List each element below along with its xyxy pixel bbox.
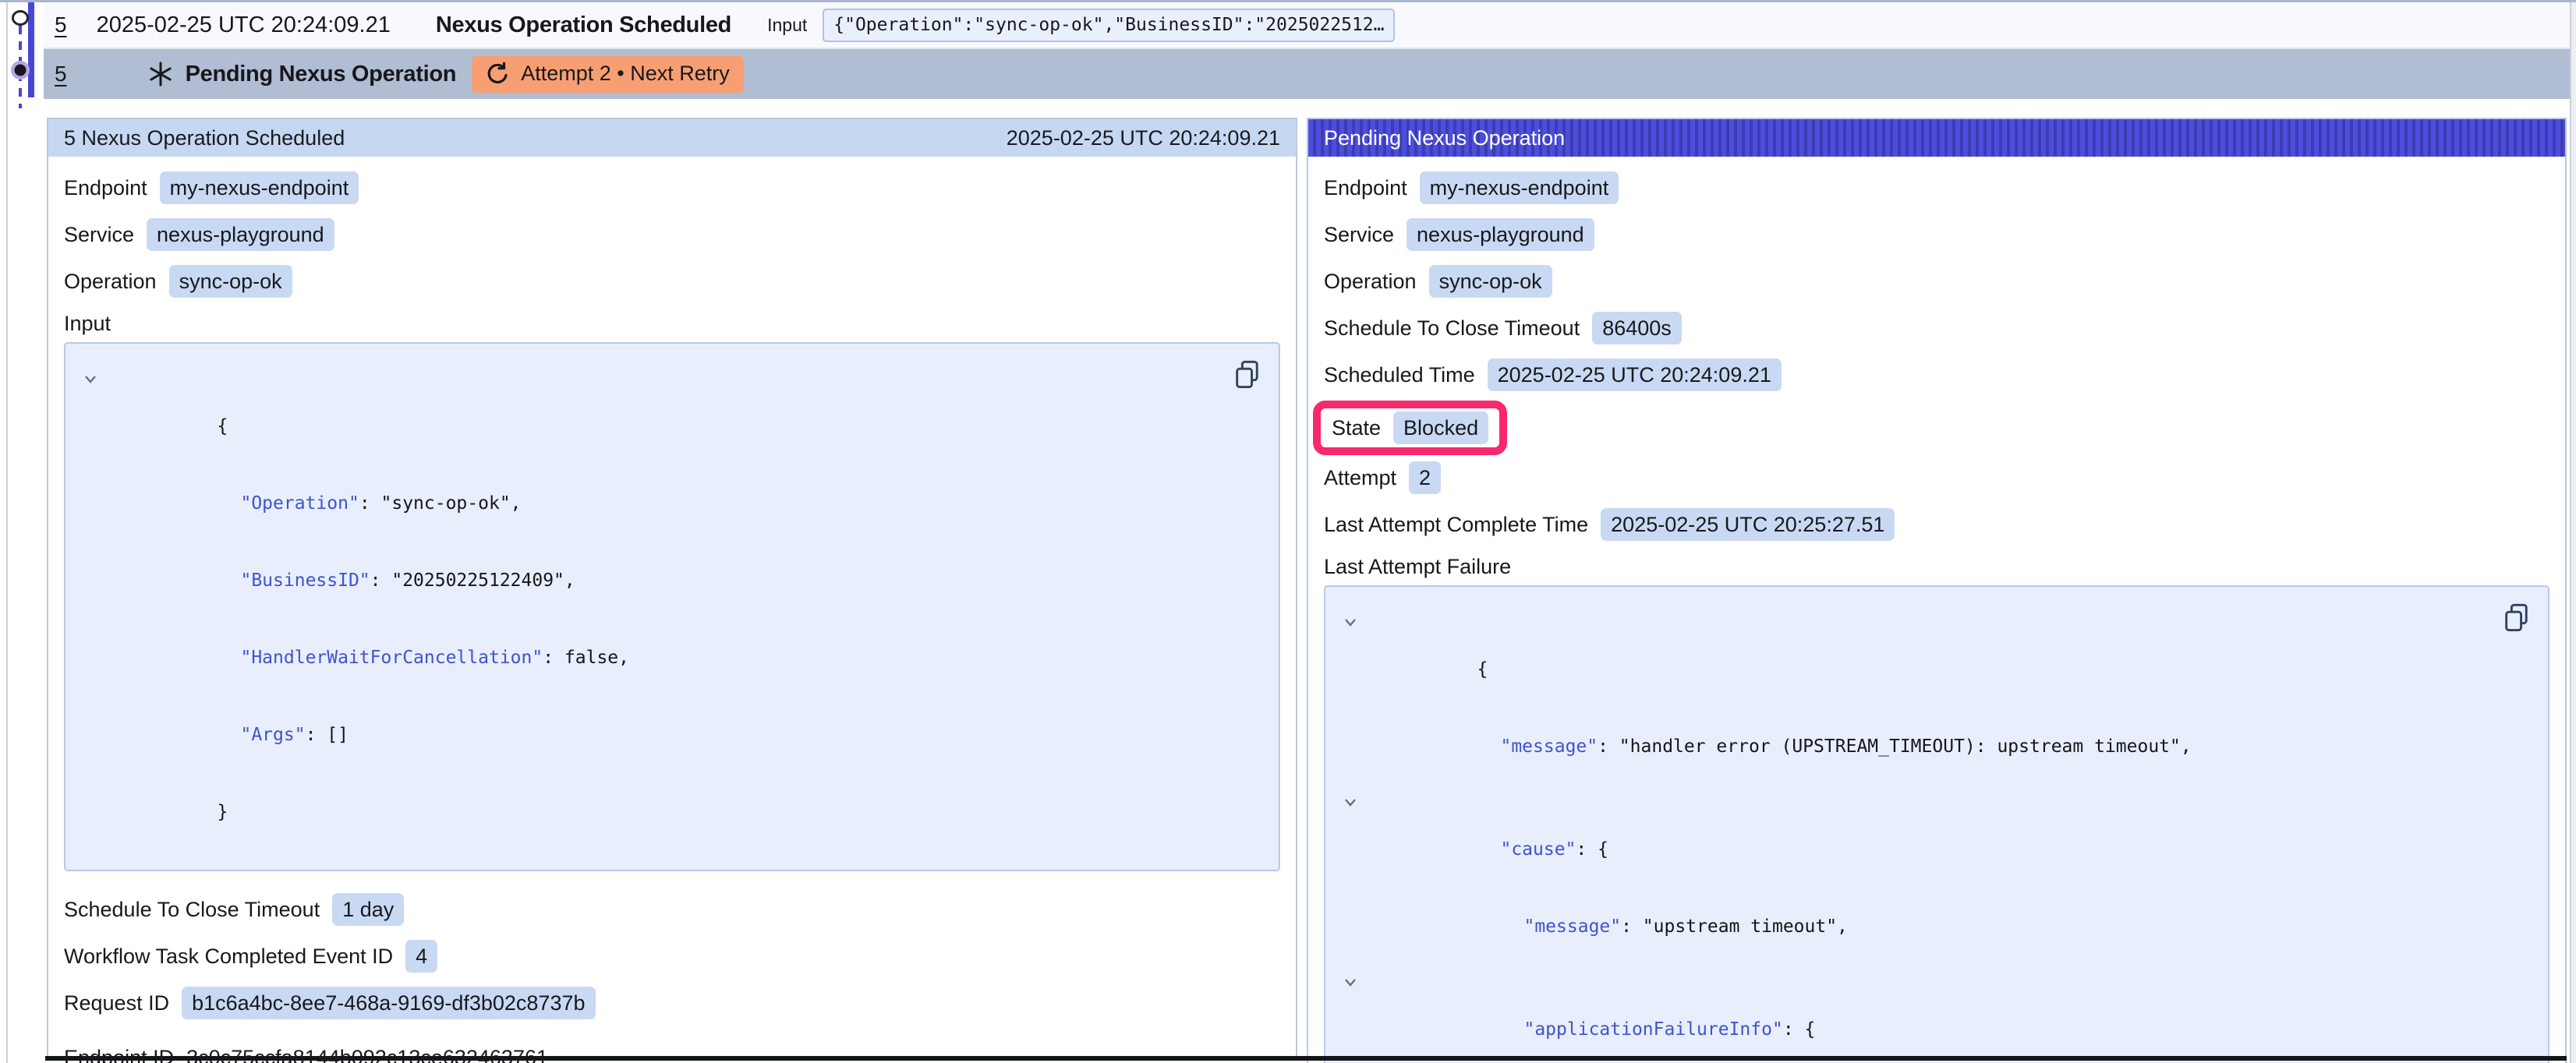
input-preview-pill[interactable]: {"Operation":"sync-op-ok","BusinessID":"… [823, 9, 1395, 42]
timeline-active-bar [28, 2, 34, 97]
scheduled-panel-header: 5 Nexus Operation Scheduled 2025-02-25 U… [48, 119, 1296, 157]
state-highlight-annotation: State Blocked [1313, 401, 1507, 455]
code-line: "applicationFailureInfo": { [1341, 966, 2529, 1063]
field-value-pill: nexus-playground [1407, 218, 1594, 251]
field-value-pill: my-nexus-endpoint [1420, 171, 1619, 204]
field-value-pill: sync-op-ok [1429, 265, 1552, 298]
field-value-pill: 2 [1409, 461, 1441, 494]
code-line: } [81, 774, 1260, 851]
field-label: Service [64, 223, 134, 247]
input-section-label: Input [64, 312, 1280, 336]
field-label: Attempt [1324, 466, 1396, 490]
field-label: State [1332, 416, 1381, 440]
field-value-pill: 4 [405, 940, 437, 973]
code-line: { [1341, 606, 2529, 708]
chevron-down-icon[interactable] [1343, 973, 1358, 988]
field-scheduled-time: Scheduled Time 2025-02-25 UTC 20:24:09.2… [1324, 358, 2549, 391]
chevron-down-icon[interactable] [83, 369, 98, 385]
chevron-down-icon[interactable] [1343, 613, 1358, 628]
pending-operation-panel: Pending Nexus Operation Endpoint my-nexu… [1307, 118, 2567, 1063]
section-divider-line [45, 1056, 2567, 1061]
field-operation: Operation sync-op-ok [1324, 265, 2549, 298]
field-label: Service [1324, 223, 1394, 247]
field-label: Scheduled Time [1324, 363, 1475, 387]
field-value-pill: nexus-playground [147, 218, 334, 251]
failure-section-label: Last Attempt Failure [1324, 555, 2549, 579]
field-value-pill: 2025-02-25 UTC 20:24:09.21 [1488, 358, 1782, 391]
input-json-viewer: { "Operation": "sync-op-ok", "BusinessID… [64, 342, 1280, 871]
field-request-id: Request ID b1c6a4bc-8ee7-468a-9169-df3b0… [64, 987, 1280, 1019]
retry-attempt-badge: Attempt 2 • Next Retry [472, 56, 744, 93]
field-value-pill: 86400s [1592, 312, 1682, 344]
retry-badge-text: Attempt 2 • Next Retry [521, 62, 730, 86]
state-value-pill: Blocked [1393, 411, 1488, 444]
event-row-pending[interactable]: 5 Pending Nexus Operation Attempt 2 • Ne… [44, 49, 2570, 99]
field-value-pill: my-nexus-endpoint [160, 171, 359, 204]
field-last-attempt-complete-time: Last Attempt Complete Time 2025-02-25 UT… [1324, 508, 2549, 541]
pending-event-title: Pending Nexus Operation [186, 62, 457, 87]
pending-panel-header: Pending Nexus Operation [1308, 119, 2565, 157]
failure-json-viewer: { "message": "handler error (UPSTREAM_TI… [1324, 585, 2549, 1063]
field-operation: Operation sync-op-ok [64, 265, 1280, 298]
page-left-border [6, 2, 8, 1063]
field-endpoint: Endpoint my-nexus-endpoint [1324, 171, 2549, 204]
state-row-container: State Blocked [1324, 405, 2549, 461]
field-schedule-to-close-timeout: Schedule To Close Timeout 86400s [1324, 312, 2549, 344]
field-label: Operation [1324, 270, 1417, 294]
code-line: "Operation": "sync-op-ok", [81, 465, 1260, 542]
field-schedule-to-close-timeout: Schedule To Close Timeout 1 day [64, 893, 1280, 926]
code-line: "message": "handler error (UPSTREAM_TIME… [1341, 708, 2529, 786]
scheduled-panel-title: 5 Nexus Operation Scheduled [64, 119, 345, 157]
event-timestamp: 2025-02-25 UTC 20:24:09.21 [97, 12, 391, 38]
field-value-pill: 1 day [332, 893, 404, 926]
code-line: "cause": { [1341, 786, 2529, 888]
code-line: "BusinessID": "20250225122409", [81, 542, 1260, 620]
event-timeline [0, 2, 44, 127]
event-id-link[interactable]: 5 [55, 12, 67, 37]
code-line: "Args": [] [81, 697, 1260, 774]
pending-asterisk-icon [148, 62, 173, 87]
page-right-edge [2570, 2, 2576, 1063]
field-label: Operation [64, 270, 157, 294]
workflow-history-page: 5 2025-02-25 UTC 20:24:09.21 Nexus Opera… [0, 0, 2576, 1063]
event-selected-dot-icon[interactable] [15, 65, 27, 76]
event-name: Nexus Operation Scheduled [436, 12, 731, 38]
field-value-pill: 2025-02-25 UTC 20:25:27.51 [1601, 508, 1895, 541]
field-value-pill: sync-op-ok [169, 265, 292, 298]
event-open-dot-icon[interactable] [13, 12, 28, 25]
field-service: Service nexus-playground [1324, 218, 2549, 251]
code-line: "message": "upstream timeout", [1341, 888, 2529, 966]
retry-icon [486, 62, 510, 87]
field-endpoint: Endpoint my-nexus-endpoint [64, 171, 1280, 204]
field-label: Workflow Task Completed Event ID [64, 945, 393, 969]
field-service: Service nexus-playground [64, 218, 1280, 251]
field-label: Endpoint [1324, 176, 1407, 200]
chevron-down-icon[interactable] [1343, 793, 1358, 808]
input-label: Input [767, 15, 807, 36]
scheduled-panel-timestamp: 2025-02-25 UTC 20:24:09.21 [1007, 119, 1280, 157]
pending-panel-body: Endpoint my-nexus-endpoint Service nexus… [1308, 157, 2565, 1063]
scheduled-panel-body: Endpoint my-nexus-endpoint Service nexus… [48, 157, 1296, 1063]
code-line: { [81, 362, 1260, 465]
pending-panel-title: Pending Nexus Operation [1324, 119, 1565, 157]
field-state: State Blocked [1332, 411, 1488, 444]
field-label: Schedule To Close Timeout [64, 898, 320, 922]
field-workflow-task-completed-event-id: Workflow Task Completed Event ID 4 [64, 940, 1280, 973]
field-label: Endpoint [64, 176, 147, 200]
field-attempt: Attempt 2 [1324, 461, 2549, 494]
field-value-pill: b1c6a4bc-8ee7-468a-9169-df3b02c8737b [182, 987, 595, 1019]
code-line: "HandlerWaitForCancellation": false, [81, 620, 1260, 697]
event-row-scheduled[interactable]: 5 2025-02-25 UTC 20:24:09.21 Nexus Opera… [44, 2, 2570, 49]
field-label: Last Attempt Complete Time [1324, 513, 1588, 537]
event-id-link[interactable]: 5 [55, 62, 67, 87]
field-label: Schedule To Close Timeout [1324, 316, 1580, 341]
field-label: Request ID [64, 991, 169, 1015]
scheduled-event-panel: 5 Nexus Operation Scheduled 2025-02-25 U… [47, 118, 1297, 1058]
